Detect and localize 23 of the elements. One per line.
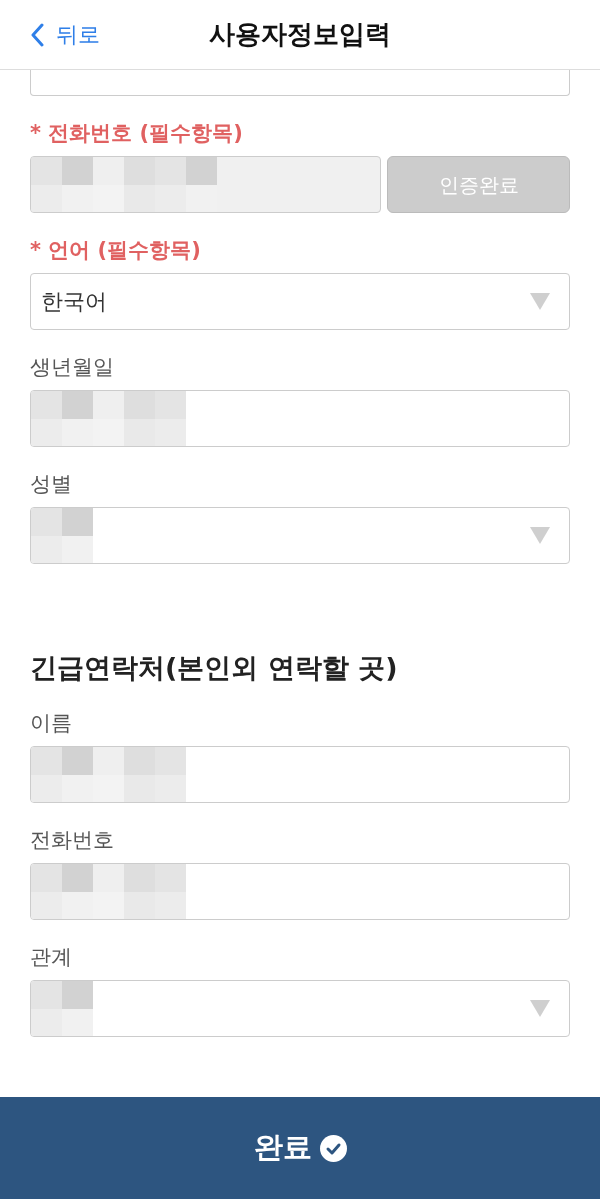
field-label: 이름 — [30, 710, 72, 737]
chevron-left-icon — [30, 22, 44, 47]
dropdown-select[interactable]: 한국어 — [30, 273, 570, 330]
text-field[interactable] — [30, 746, 570, 803]
field-label: 관계 — [30, 944, 72, 971]
check-circle-icon — [319, 1134, 347, 1162]
page-title: 사용자정보입력 — [209, 18, 391, 51]
text-field[interactable] — [30, 70, 570, 96]
dropdown-select[interactable] — [30, 980, 570, 1037]
done-button[interactable]: 완료 — [0, 1097, 600, 1199]
field-label: 생년월일 — [30, 354, 114, 381]
required-field-label: * 전화번호 (필수항목) — [30, 120, 243, 147]
text-field[interactable] — [30, 863, 570, 920]
text-field[interactable] — [30, 390, 570, 447]
section-heading: 긴급연락처(본인외 연락할 곳) — [30, 651, 399, 685]
required-field-label: * 언어 (필수항목) — [30, 237, 201, 264]
dropdown-triangle-icon — [530, 1000, 550, 1017]
field-label: 성별 — [30, 471, 72, 498]
back-button[interactable]: 뒤로 — [30, 18, 100, 51]
field-label: 전화번호 — [30, 827, 114, 854]
dropdown-select[interactable] — [30, 507, 570, 564]
dropdown-triangle-icon — [530, 527, 550, 544]
dropdown-triangle-icon — [530, 293, 550, 310]
